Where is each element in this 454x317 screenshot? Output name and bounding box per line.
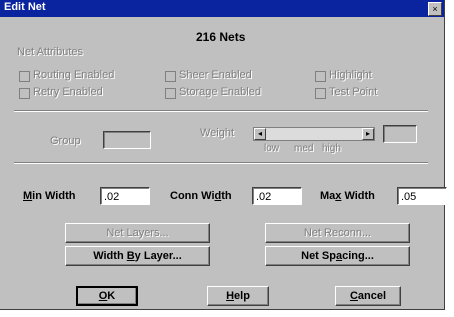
weight-high-label: high bbox=[322, 143, 341, 154]
retry-enabled-label: Retry Enabled bbox=[33, 86, 103, 98]
highlight-checkbox[interactable] bbox=[315, 71, 326, 82]
net-spacing-button[interactable]: Net Spacing... bbox=[265, 246, 410, 266]
conn-width-input[interactable]: .02 bbox=[252, 187, 302, 205]
slider-right-arrow-icon[interactable]: ▸ bbox=[362, 128, 374, 140]
net-layers-button[interactable]: Net Layers... bbox=[65, 223, 210, 243]
sheer-enabled-label: Sheer Enabled bbox=[179, 69, 252, 81]
group-label: Group bbox=[50, 135, 81, 147]
test-point-label: Test Point bbox=[329, 86, 378, 98]
weight-slider[interactable]: ◂ ▸ bbox=[253, 127, 375, 141]
net-count-header: 216 Nets bbox=[196, 30, 246, 44]
highlight-label: Highlight bbox=[329, 69, 372, 81]
cancel-button[interactable]: Cancel bbox=[335, 286, 401, 306]
window-title: Edit Net bbox=[4, 1, 46, 13]
storage-enabled-label: Storage Enabled bbox=[179, 86, 261, 98]
group-field[interactable] bbox=[103, 131, 151, 149]
max-width-input[interactable]: .05 bbox=[397, 187, 447, 205]
routing-enabled-label: Routing Enabled bbox=[33, 69, 115, 81]
test-point-checkbox[interactable] bbox=[315, 88, 326, 99]
net-reconn-button[interactable]: Net Reconn... bbox=[265, 223, 410, 243]
storage-enabled-checkbox[interactable] bbox=[165, 88, 176, 99]
min-width-input[interactable]: .02 bbox=[100, 187, 150, 205]
close-icon[interactable]: × bbox=[428, 2, 442, 16]
max-width-label: Max Width bbox=[320, 190, 375, 202]
separator bbox=[14, 110, 428, 112]
weight-low-label: low bbox=[264, 143, 280, 154]
min-width-label: Min Width bbox=[23, 190, 76, 202]
retry-enabled-checkbox[interactable] bbox=[19, 88, 30, 99]
weight-value-field[interactable] bbox=[383, 125, 417, 143]
weight-label: Weight bbox=[200, 127, 235, 139]
width-by-layer-button[interactable]: Width By Layer... bbox=[65, 246, 210, 266]
weight-med-label: med bbox=[294, 143, 314, 154]
title-bar[interactable]: Edit Net × bbox=[0, 0, 444, 17]
conn-width-label: Conn Width bbox=[170, 190, 232, 202]
net-attributes-label: Net Attributes bbox=[17, 46, 84, 58]
ok-button[interactable]: OK bbox=[76, 286, 138, 306]
separator bbox=[14, 162, 428, 164]
edit-net-dialog: Edit Net × 216 Nets Net Attributes Routi… bbox=[0, 0, 447, 310]
routing-enabled-checkbox[interactable] bbox=[19, 71, 30, 82]
slider-left-arrow-icon[interactable]: ◂ bbox=[254, 128, 266, 140]
help-button[interactable]: Help bbox=[207, 286, 269, 306]
sheer-enabled-checkbox[interactable] bbox=[165, 71, 176, 82]
